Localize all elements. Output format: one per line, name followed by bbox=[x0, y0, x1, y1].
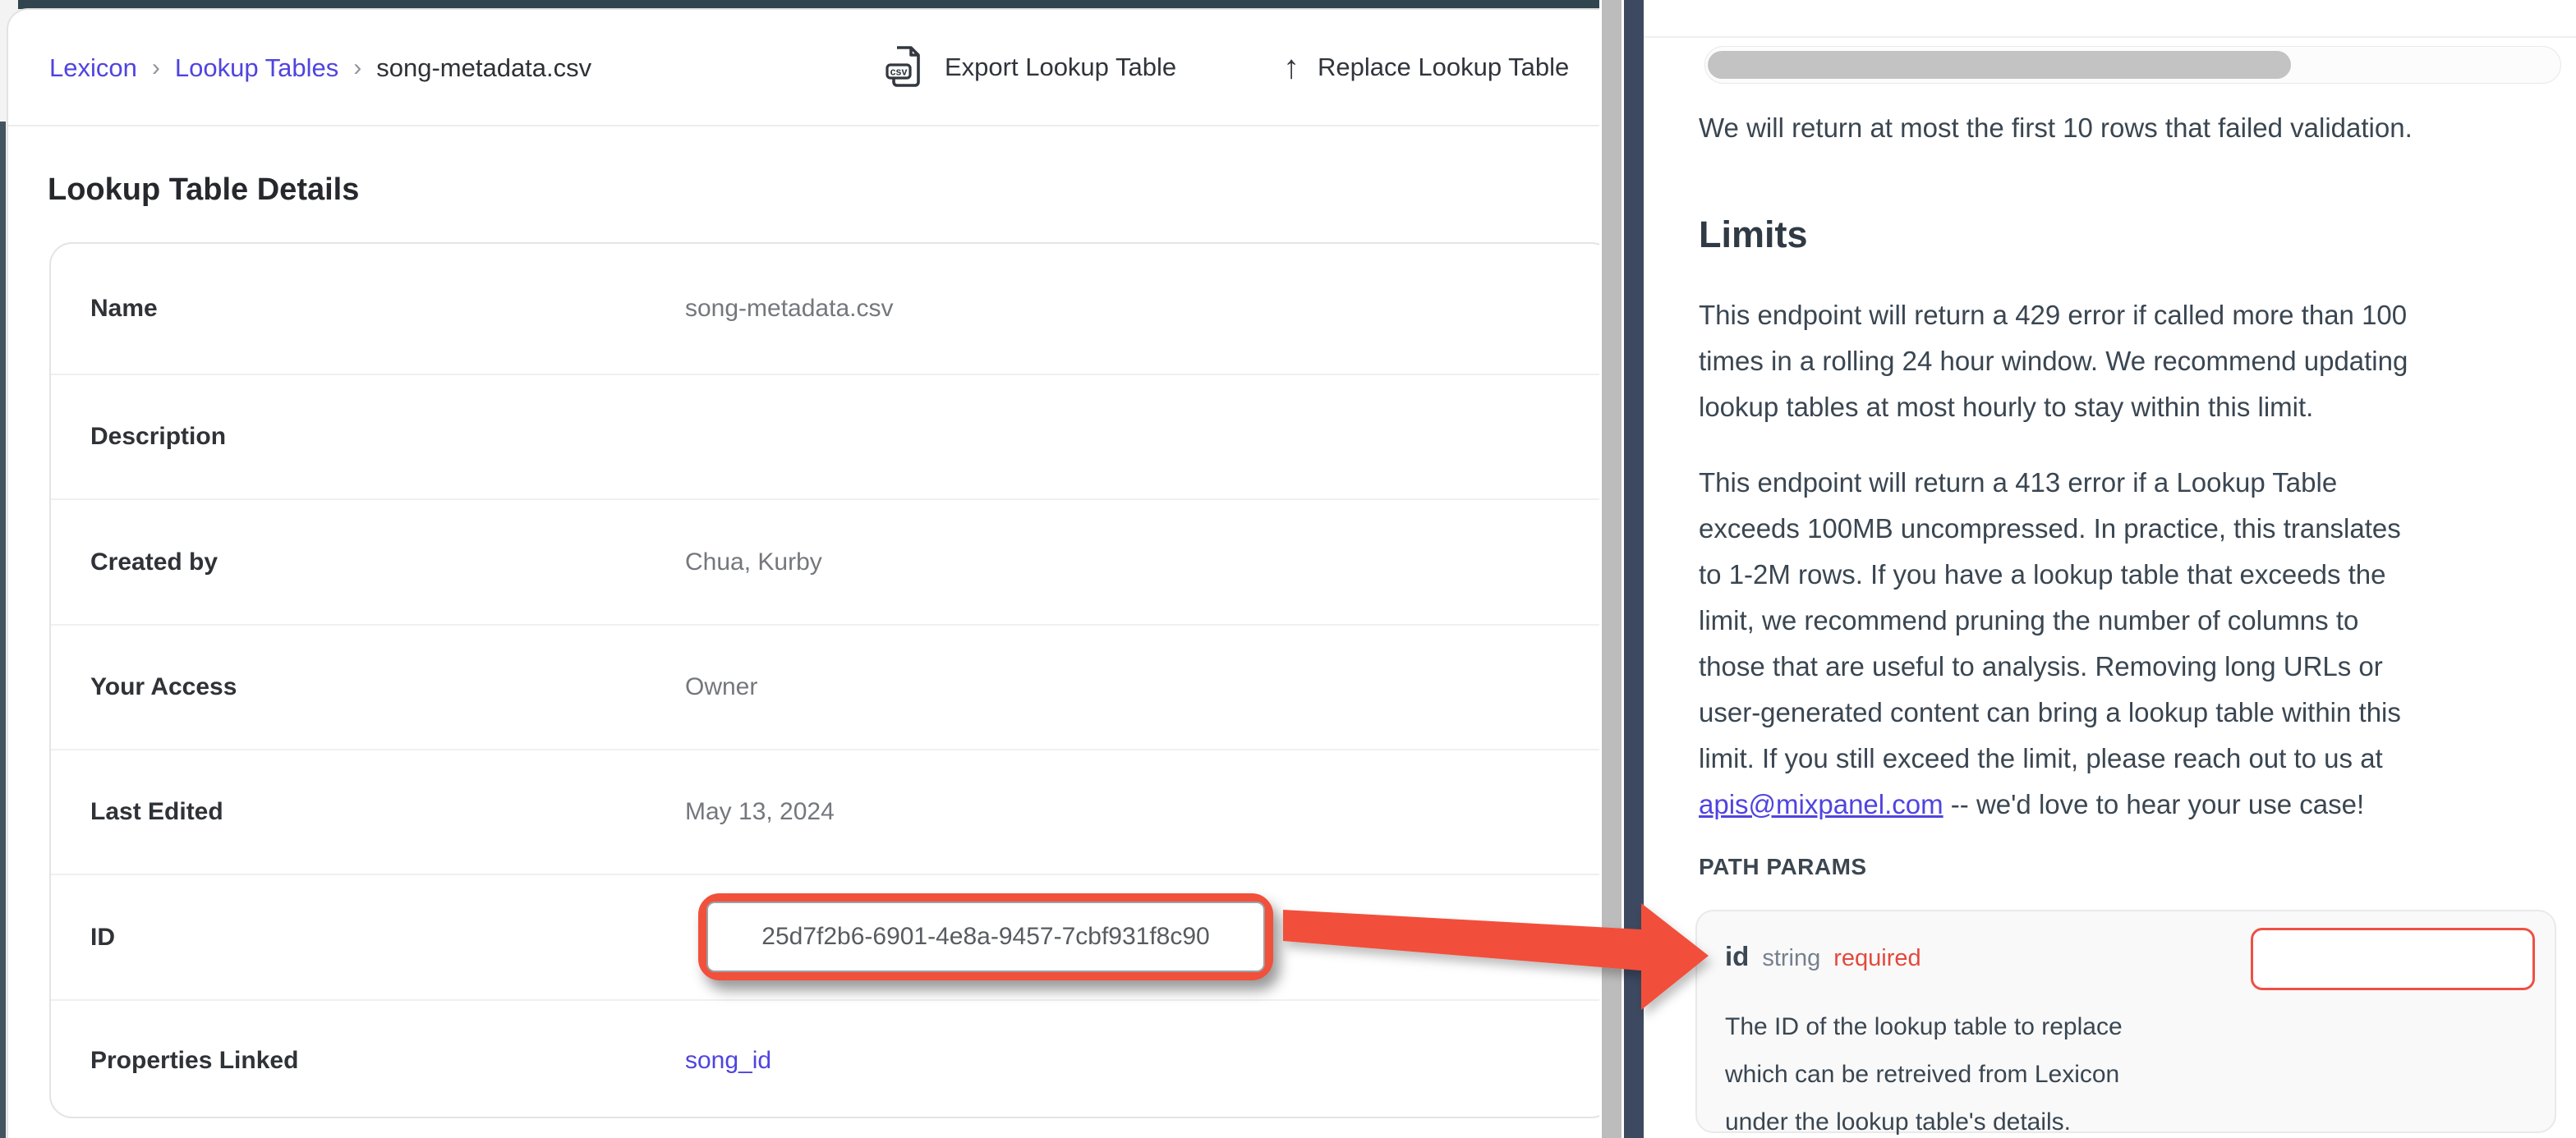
docs-top-divider bbox=[1644, 36, 2576, 38]
row-label: Created by bbox=[51, 548, 685, 576]
row-label: Your Access bbox=[51, 673, 685, 701]
param-type: string bbox=[1762, 945, 1820, 972]
row-label: Last Edited bbox=[51, 798, 685, 826]
row-value: Chua, Kurby bbox=[685, 548, 822, 576]
id-highlight-annotation: 25d7f2b6-6901-4e8a-9457-7cbf931f8c90 bbox=[698, 893, 1273, 980]
apis-mixpanel-email-link[interactable]: apis@mixpanel.com bbox=[1699, 789, 1944, 819]
row-value: song-metadata.csv bbox=[685, 295, 893, 323]
breadcrumb-lexicon[interactable]: Lexicon bbox=[49, 53, 137, 84]
breadcrumb-separator-icon: › bbox=[152, 53, 160, 84]
table-row-your-access: Your Access Owner bbox=[51, 624, 1612, 749]
breadcrumb: Lexicon › Lookup Tables › song-metadata.… bbox=[49, 53, 591, 84]
param-required-badge: required bbox=[1833, 945, 1920, 972]
replace-lookup-table-button[interactable]: ↑ Replace Lookup Table bbox=[1283, 44, 1600, 90]
replace-button-label: Replace Lookup Table bbox=[1318, 53, 1569, 82]
limits-paragraph-2: This endpoint will return a 413 error if… bbox=[1699, 460, 2569, 828]
lookup-table-id-value: 25d7f2b6-6901-4e8a-9457-7cbf931f8c90 bbox=[706, 902, 1265, 972]
lookup-table-details-card: Name song-metadata.csv Description Creat… bbox=[49, 242, 1614, 1118]
row-value: Owner bbox=[685, 673, 757, 701]
param-description: The ID of the lookup table to replace wh… bbox=[1725, 1003, 2123, 1138]
csv-file-icon: csv bbox=[886, 45, 923, 89]
csv-icon-label: csv bbox=[890, 67, 908, 78]
horizontal-scrollbar-thumb[interactable] bbox=[1708, 51, 2291, 79]
breadcrumb-separator-icon: › bbox=[353, 53, 361, 84]
page-title: Lookup Table Details bbox=[48, 172, 359, 208]
docs-intro-text: We will return at most the first 10 rows… bbox=[1699, 112, 2413, 145]
export-lookup-table-button[interactable]: csv Export Lookup Table bbox=[886, 44, 1176, 90]
limits-paragraph-1: This endpoint will return a 429 error if… bbox=[1699, 292, 2569, 430]
table-row-created-by: Created by Chua, Kurby bbox=[51, 498, 1612, 624]
app-left-edge-strip bbox=[0, 122, 6, 1138]
after-link-text: -- we'd love to hear your use case! bbox=[1944, 789, 2365, 819]
upload-arrow-icon: ↑ bbox=[1283, 49, 1300, 86]
param-id-input[interactable] bbox=[2251, 928, 2535, 990]
song-id-link[interactable]: song_id bbox=[685, 1047, 771, 1075]
row-label: Description bbox=[51, 423, 685, 451]
path-params-heading: PATH PARAMS bbox=[1699, 854, 1867, 880]
breadcrumb-current-file: song-metadata.csv bbox=[376, 53, 591, 84]
export-button-label: Export Lookup Table bbox=[945, 53, 1176, 82]
header-divider bbox=[8, 125, 1599, 126]
vertical-scrollbar[interactable] bbox=[1602, 0, 1622, 1138]
param-name: id bbox=[1725, 941, 1749, 972]
panel-divider-strip bbox=[1624, 0, 1644, 1138]
table-row-description: Description bbox=[51, 374, 1612, 498]
row-label: Name bbox=[51, 295, 685, 323]
param-header: id string required bbox=[1725, 941, 1921, 972]
row-label: Properties Linked bbox=[51, 1047, 685, 1075]
table-row-name: Name song-metadata.csv bbox=[51, 244, 1612, 374]
row-value: May 13, 2024 bbox=[685, 798, 835, 826]
breadcrumb-lookup-tables[interactable]: Lookup Tables bbox=[175, 53, 338, 84]
row-label: ID bbox=[51, 924, 685, 952]
table-row-last-edited: Last Edited May 13, 2024 bbox=[51, 749, 1612, 874]
limits-heading: Limits bbox=[1699, 213, 1808, 256]
table-row-properties-linked: Properties Linked song_id bbox=[51, 999, 1612, 1120]
